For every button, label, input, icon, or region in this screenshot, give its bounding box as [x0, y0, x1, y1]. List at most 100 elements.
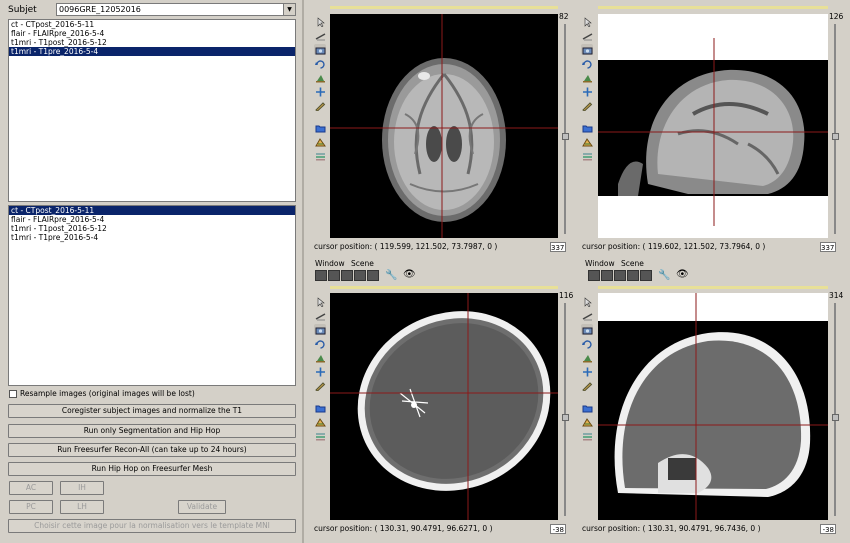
- mni-normalization-button[interactable]: Choisir cette image pour la normalisatio…: [8, 519, 296, 533]
- slider-thumb[interactable]: [562, 414, 569, 421]
- slice-slider[interactable]: [562, 24, 569, 234]
- list-item[interactable]: t1mri - T1post_2016-5-12: [9, 38, 295, 47]
- viewer-title-bar: [330, 286, 558, 289]
- eye-icon[interactable]: 👁: [676, 269, 689, 280]
- list-item[interactable]: flair - FLAIRpre_2016-5-4: [9, 29, 295, 38]
- view-sagittal-icon[interactable]: [601, 270, 613, 281]
- rotate-icon[interactable]: [314, 338, 326, 349]
- image-scene[interactable]: [330, 293, 558, 520]
- slider-thumb[interactable]: [562, 133, 569, 140]
- coregister-button[interactable]: Coregister subject images and normalize …: [8, 404, 296, 418]
- palette-icon[interactable]: [581, 136, 593, 147]
- rotate-icon[interactable]: [581, 338, 593, 349]
- slider-thumb[interactable]: [832, 133, 839, 140]
- view-mesh-icon[interactable]: [367, 270, 379, 281]
- layers-icon[interactable]: [581, 150, 593, 161]
- list-item[interactable]: t1mri - T1post_2016-5-12: [9, 224, 295, 233]
- lh-button[interactable]: LH: [60, 500, 104, 514]
- crosshair-icon[interactable]: [581, 86, 593, 97]
- pencil-icon[interactable]: [581, 380, 593, 391]
- pointer-icon[interactable]: [314, 296, 326, 307]
- chevron-down-icon[interactable]: ▼: [283, 4, 295, 15]
- list-item[interactable]: t1mri - T1pre_2016-5-4: [9, 47, 295, 56]
- view-axial-icon[interactable]: [315, 270, 327, 281]
- folder-icon[interactable]: [314, 402, 326, 413]
- crosshair-icon[interactable]: [314, 366, 326, 377]
- crosshair-icon[interactable]: [314, 86, 326, 97]
- zoom-icon[interactable]: [581, 352, 593, 363]
- list-item[interactable]: t1mri - T1pre_2016-5-4: [9, 233, 295, 242]
- panel-splitter[interactable]: [302, 0, 304, 543]
- pc-button[interactable]: PC: [9, 500, 53, 514]
- layers-icon[interactable]: [314, 430, 326, 441]
- ih-button[interactable]: IH: [60, 481, 104, 495]
- menu-window-left[interactable]: Window: [315, 259, 345, 268]
- view-3d-icon[interactable]: [627, 270, 639, 281]
- view-coronal-icon[interactable]: [614, 270, 626, 281]
- ac-button[interactable]: AC: [9, 481, 53, 495]
- pointer-icon[interactable]: [581, 16, 593, 27]
- palette-icon[interactable]: [581, 416, 593, 427]
- ruler-icon[interactable]: [314, 310, 326, 321]
- camera-icon[interactable]: [314, 44, 326, 55]
- wrench-icon[interactable]: 🔧: [658, 270, 670, 281]
- slice-number-field[interactable]: 337: [820, 242, 836, 252]
- run-freesurfer-button[interactable]: Run Freesurfer Recon-All (can take up to…: [8, 443, 296, 457]
- folder-icon[interactable]: [581, 402, 593, 413]
- eye-icon[interactable]: 👁: [403, 269, 416, 280]
- image-list-top[interactable]: ct - CTpost_2016-5-11 flair - FLAIRpre_20…: [8, 19, 296, 202]
- slice-number-field[interactable]: 337: [550, 242, 566, 252]
- ruler-icon[interactable]: [314, 30, 326, 41]
- zoom-icon[interactable]: [314, 72, 326, 83]
- camera-icon[interactable]: [314, 324, 326, 335]
- image-list-bottom[interactable]: ct - CTpost_2016-5-11 flair - FLAIRpre_20…: [8, 205, 296, 386]
- menu-scene-left[interactable]: Scene: [351, 259, 374, 268]
- camera-icon[interactable]: [581, 44, 593, 55]
- camera-icon[interactable]: [581, 324, 593, 335]
- slider-thumb[interactable]: [832, 414, 839, 421]
- slice-slider[interactable]: [562, 303, 569, 516]
- slice-slider[interactable]: [832, 303, 839, 516]
- run-segmentation-button[interactable]: Run only Segmentation and Hip Hop: [8, 424, 296, 438]
- pointer-icon[interactable]: [314, 16, 326, 27]
- layers-icon[interactable]: [314, 150, 326, 161]
- view-3d-icon[interactable]: [354, 270, 366, 281]
- list-item[interactable]: ct - CTpost_2016-5-11: [9, 206, 295, 215]
- pencil-icon[interactable]: [314, 100, 326, 111]
- zoom-icon[interactable]: [581, 72, 593, 83]
- slice-number-field[interactable]: -38: [550, 524, 566, 534]
- ruler-icon[interactable]: [581, 30, 593, 41]
- rotate-icon[interactable]: [581, 58, 593, 69]
- list-item[interactable]: ct - CTpost_2016-5-11: [9, 20, 295, 29]
- resample-checkbox[interactable]: [9, 390, 17, 398]
- menu-window-right[interactable]: Window: [585, 259, 615, 268]
- view-axial-icon[interactable]: [588, 270, 600, 281]
- pencil-icon[interactable]: [581, 100, 593, 111]
- slice-number-field[interactable]: -38: [820, 524, 836, 534]
- view-mesh-icon[interactable]: [640, 270, 652, 281]
- rotate-icon[interactable]: [314, 58, 326, 69]
- pointer-icon[interactable]: [581, 296, 593, 307]
- menu-scene-right[interactable]: Scene: [621, 259, 644, 268]
- image-scene[interactable]: [598, 14, 828, 238]
- pencil-icon[interactable]: [314, 380, 326, 391]
- slice-max-label: 116: [559, 291, 574, 300]
- subject-select[interactable]: 0096GRE_12052016 ▼: [56, 3, 296, 16]
- palette-icon[interactable]: [314, 416, 326, 427]
- crosshair-icon[interactable]: [581, 366, 593, 377]
- wrench-icon[interactable]: 🔧: [385, 270, 397, 281]
- image-scene[interactable]: [598, 293, 828, 520]
- zoom-icon[interactable]: [314, 352, 326, 363]
- list-item[interactable]: flair - FLAIRpre_2016-5-4: [9, 215, 295, 224]
- ruler-icon[interactable]: [581, 310, 593, 321]
- folder-icon[interactable]: [314, 122, 326, 133]
- view-sagittal-icon[interactable]: [328, 270, 340, 281]
- validate-button[interactable]: Validate: [178, 500, 226, 514]
- slice-slider[interactable]: [832, 24, 839, 234]
- image-scene[interactable]: [330, 14, 558, 238]
- layers-icon[interactable]: [581, 430, 593, 441]
- run-hiphop-button[interactable]: Run Hip Hop on Freesurfer Mesh: [8, 462, 296, 476]
- folder-icon[interactable]: [581, 122, 593, 133]
- view-coronal-icon[interactable]: [341, 270, 353, 281]
- palette-icon[interactable]: [314, 136, 326, 147]
